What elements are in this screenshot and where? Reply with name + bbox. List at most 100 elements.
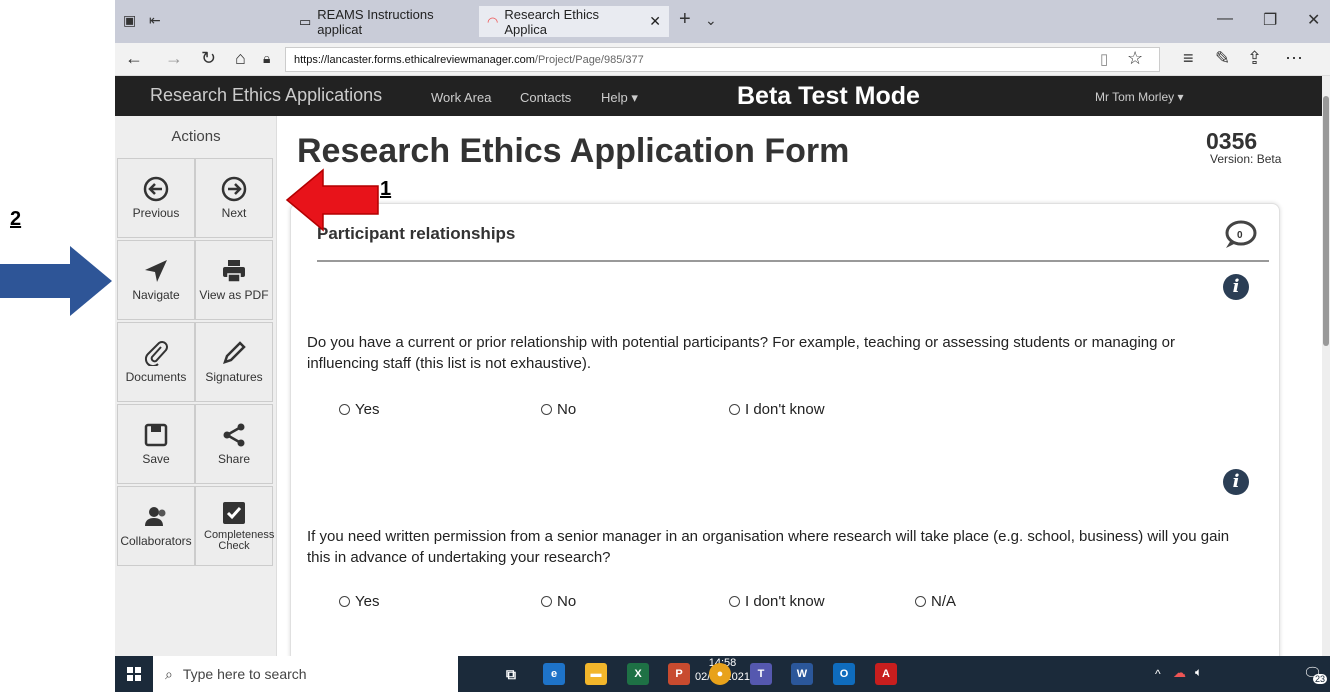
url-field[interactable]: https://lancaster.forms.ethicalreviewman…	[285, 47, 1160, 72]
powerpoint-icon[interactable]: P	[668, 663, 690, 685]
tab-list-chevron-icon[interactable]: ⌄	[705, 12, 717, 29]
file-explorer-icon[interactable]: ▬	[585, 663, 607, 685]
tab-aside-icon[interactable]: ⇤	[149, 12, 161, 29]
annotation-arrow-2	[0, 246, 112, 316]
documents-label: Documents	[125, 370, 187, 384]
annotation-label-1: 1	[380, 178, 392, 200]
option-label: Yes	[355, 401, 380, 418]
new-tab-icon[interactable]: +	[679, 8, 691, 31]
q2-option-no[interactable]: No	[541, 593, 576, 610]
radio-circle	[339, 404, 350, 415]
users-icon	[145, 507, 166, 526]
url-path: /Project/Page/985/377	[534, 53, 644, 66]
refresh-icon[interactable]: ↻	[201, 48, 216, 69]
annotation-arrow-1	[285, 168, 379, 232]
windows-start-icon[interactable]	[127, 667, 141, 681]
network-icon[interactable]: ☁	[1173, 665, 1186, 681]
excel-icon[interactable]: X	[627, 663, 649, 685]
site-header: Research Ethics Applications Work Area C…	[115, 76, 1322, 116]
volume-icon[interactable]: 🔈︎	[1195, 665, 1202, 680]
share-label: Share	[217, 452, 251, 466]
checkbox-icon	[223, 502, 245, 524]
user-menu[interactable]: Mr Tom Morley ▾	[1095, 90, 1183, 104]
chrome-icon[interactable]: ●	[709, 663, 731, 685]
nav-contacts[interactable]: Contacts	[520, 90, 571, 105]
radio-circle	[729, 404, 740, 415]
address-toolbar: ← → ↻ ⌂ 🔒︎ https://lancaster.forms.ethic…	[115, 43, 1330, 76]
close-tab-icon[interactable]: ✕	[649, 13, 661, 30]
teams-icon[interactable]: T	[750, 663, 772, 685]
acrobat-icon[interactable]: A	[875, 663, 897, 685]
option-label: Yes	[355, 593, 380, 610]
radio-circle	[729, 596, 740, 607]
option-label: I don't know	[745, 401, 825, 418]
word-icon[interactable]: W	[791, 663, 813, 685]
option-label: No	[557, 401, 577, 418]
edge-icon[interactable]: e	[543, 663, 565, 685]
tray-chevron-icon[interactable]: ^	[1155, 667, 1161, 681]
more-icon[interactable]: ⋯	[1285, 48, 1303, 69]
previous-label: Previous	[132, 206, 180, 220]
navigate-label: Navigate	[132, 288, 180, 302]
option-label: N/A	[931, 593, 957, 610]
signatures-button[interactable]: Signatures	[195, 322, 273, 402]
search-icon: ⌕	[165, 665, 173, 682]
beta-mode-banner: Beta Test Mode	[737, 82, 920, 110]
documents-button[interactable]: Documents	[117, 322, 195, 402]
q2-option-yes[interactable]: Yes	[339, 593, 379, 610]
collaborators-label: Collaborators	[120, 534, 192, 548]
save-label: Save	[142, 452, 170, 466]
printer-icon	[223, 260, 245, 283]
next-button[interactable]: Next	[195, 158, 273, 238]
pen-icon[interactable]: ✎	[1215, 48, 1230, 69]
reading-view-icon[interactable]: ▯	[1100, 50, 1108, 68]
scrollbar-thumb[interactable]	[1323, 96, 1329, 346]
actions-sidebar: Actions Previous Next Navigate View as P…	[115, 116, 277, 656]
nav-help[interactable]: Help ▾	[601, 90, 638, 106]
windows-taskbar: ⌕ Type here to search ⧉ e ▬ X P ● T W O …	[115, 656, 1330, 692]
completeness-check-button[interactable]: Completeness Check	[195, 486, 274, 566]
share-page-icon[interactable]: ⇪	[1247, 48, 1262, 69]
share-icon	[223, 423, 245, 447]
taskbar-search-box[interactable]: ⌕ Type here to search	[153, 656, 458, 692]
previous-button[interactable]: Previous	[117, 158, 195, 238]
favorite-star-icon[interactable]: ☆	[1127, 48, 1143, 69]
view-as-pdf-button[interactable]: View as PDF	[195, 240, 273, 320]
q1-option-yes[interactable]: Yes	[339, 401, 379, 418]
navigate-button[interactable]: Navigate	[117, 240, 195, 320]
forward-icon[interactable]: →	[165, 48, 183, 69]
back-icon[interactable]: ←	[125, 48, 143, 69]
favorites-list-icon[interactable]: ≡	[1183, 48, 1194, 69]
collaborators-button[interactable]: Collaborators	[117, 486, 195, 566]
home-icon[interactable]: ⌂	[235, 48, 246, 69]
q2-option-na[interactable]: N/A	[915, 593, 956, 610]
url-domain: https://lancaster.forms.ethicalreviewman…	[294, 53, 535, 66]
paperclip-icon	[144, 341, 168, 366]
minimize-icon[interactable]: —	[1217, 10, 1233, 28]
site-brand[interactable]: Research Ethics Applications	[150, 85, 382, 106]
q1-option-no[interactable]: No	[541, 401, 576, 418]
tab-label: Research Ethics Applica	[504, 6, 599, 37]
restore-icon[interactable]: ❐	[1263, 10, 1277, 30]
search-placeholder: Type here to search	[182, 666, 307, 682]
nav-work-area[interactable]: Work Area	[431, 90, 491, 105]
save-button[interactable]: Save	[117, 404, 195, 484]
comment-count: 0	[1237, 230, 1243, 241]
radio-circle	[915, 596, 926, 607]
task-view-icon[interactable]: ⧉	[500, 663, 522, 685]
tab-reams-instructions[interactable]: ▭ REAMS Instructions applicat	[291, 6, 477, 37]
info-icon[interactable]: i	[1223, 469, 1249, 495]
close-window-icon[interactable]: ✕	[1307, 10, 1320, 30]
next-label: Next	[221, 206, 247, 220]
q2-option-dont-know[interactable]: I don't know	[729, 593, 825, 610]
info-icon[interactable]: i	[1223, 274, 1249, 300]
arrow-left-circle-icon	[143, 176, 169, 202]
outlook-icon[interactable]: O	[833, 663, 855, 685]
tab-research-ethics[interactable]: ◠ Research Ethics Applica ✕	[479, 6, 669, 37]
annotation-label-2: 2	[10, 208, 22, 230]
share-button[interactable]: Share	[195, 404, 273, 484]
q1-option-dont-know[interactable]: I don't know	[729, 401, 825, 418]
actions-heading: Actions	[171, 128, 221, 145]
signatures-label: Signatures	[205, 370, 263, 384]
tab-actions-icon[interactable]: ▣	[123, 12, 136, 29]
